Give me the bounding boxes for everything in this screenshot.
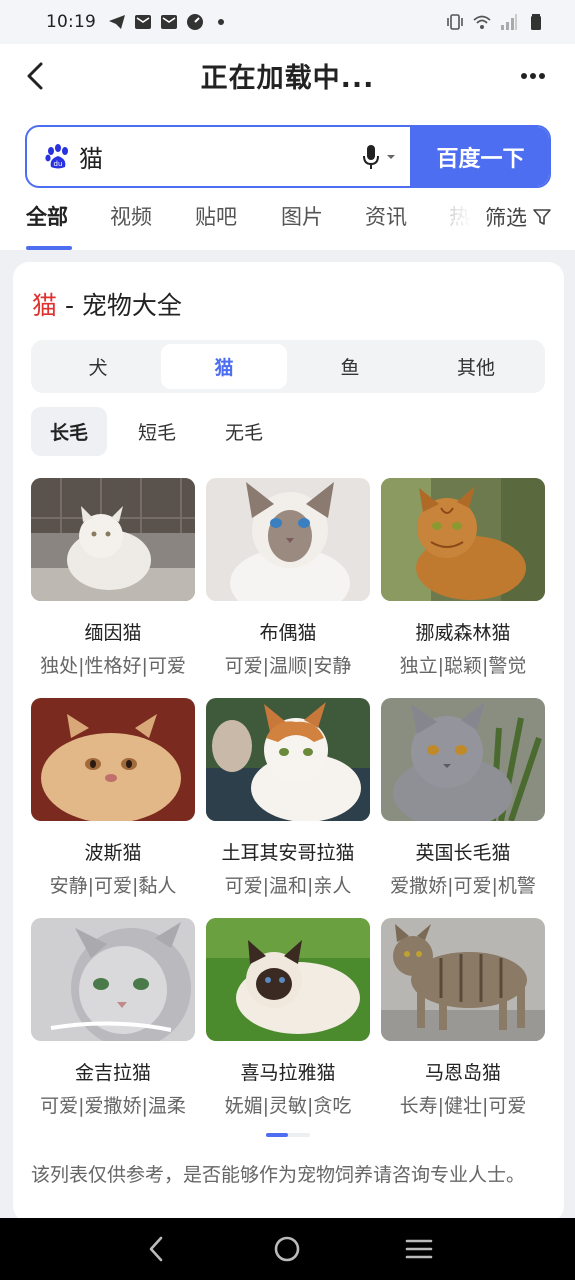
speed-icon	[187, 14, 203, 30]
search-button[interactable]: 百度一下	[410, 127, 549, 186]
pet-tags: 妩媚|灵敏|贪吃	[224, 1095, 352, 1117]
chip-hairless[interactable]: 无毛	[206, 407, 282, 456]
nav-home-button[interactable]	[257, 1219, 317, 1279]
card-title: 猫 - 宠物大全	[32, 286, 182, 322]
chip-long-hair[interactable]: 长毛	[31, 407, 107, 456]
pet-name: 波斯猫	[84, 842, 142, 864]
mic-icon	[363, 144, 379, 169]
tab-tieba[interactable]: 贴吧	[195, 202, 237, 250]
pet-photo	[206, 918, 370, 1041]
system-nav-bar	[0, 1218, 575, 1280]
nav-back-button[interactable]	[126, 1219, 186, 1279]
more-icon	[521, 73, 545, 79]
paw-icon: du	[45, 143, 68, 168]
page-title: 正在加载中...	[200, 62, 375, 94]
pet-tags: 独处|性格好|可爱	[40, 655, 186, 677]
pet-photo	[31, 478, 195, 601]
pet-item[interactable]: 挪威森林猫 独立|聪颖|警觉	[381, 478, 545, 678]
pet-tags: 可爱|温顺|安静	[224, 655, 352, 677]
pet-item[interactable]: 喜马拉雅猫 妩媚|灵敏|贪吃	[206, 918, 370, 1118]
pet-photo	[381, 698, 545, 821]
pet-item[interactable]: 土耳其安哥拉猫 可爱|温和|亲人	[206, 698, 370, 898]
pet-tags: 独立|聪颖|警觉	[399, 655, 527, 677]
pager-indicator	[266, 1133, 310, 1137]
chip-short-hair[interactable]: 短毛	[119, 407, 195, 456]
search-input[interactable]: 猫	[79, 139, 362, 174]
filter-icon	[533, 209, 551, 225]
tab-images[interactable]: 图片	[281, 202, 323, 250]
pet-photo	[206, 478, 370, 601]
pet-tags: 可爱|爱撒娇|温柔	[40, 1095, 186, 1117]
pet-photo	[381, 478, 545, 601]
disclaimer-text: 该列表仅供参考，是否能够作为宠物饲养请咨询专业人士。	[31, 1164, 526, 1186]
caret-down-icon	[387, 154, 395, 159]
status-time: 10:19	[46, 12, 96, 32]
pet-item[interactable]: 缅因猫 独处|性格好|可爱	[31, 478, 195, 678]
pet-name: 马恩岛猫	[424, 1062, 501, 1084]
pet-name: 挪威森林猫	[415, 622, 511, 644]
tab-news[interactable]: 资讯	[365, 202, 407, 250]
battery-icon	[531, 14, 541, 30]
pet-item[interactable]: 金吉拉猫 可爱|爱撒娇|温柔	[31, 918, 195, 1118]
title-bar: 正在加载中...	[0, 44, 575, 106]
search-box[interactable]: du 猫 百度一下	[25, 125, 551, 188]
nav-recents-button[interactable]	[389, 1219, 449, 1279]
pet-name: 缅因猫	[84, 622, 142, 644]
segment-dog[interactable]: 犬	[35, 344, 161, 389]
pet-photo	[381, 918, 545, 1041]
pet-photo	[206, 698, 370, 821]
chevron-left-icon	[27, 62, 43, 90]
mail-icon	[161, 15, 177, 29]
card-title-rest: - 宠物大全	[57, 291, 182, 320]
tab-fade	[438, 202, 478, 238]
pet-tags: 长寿|健壮|可爱	[399, 1095, 527, 1117]
segment-other[interactable]: 其他	[413, 344, 539, 389]
pet-encyclopedia-card: 猫 - 宠物大全 犬 猫 鱼 其他 长毛 短毛 无毛 缅因猫 独处|性格好|可爱…	[13, 262, 564, 1222]
pet-photo	[31, 918, 195, 1041]
pet-name: 金吉拉猫	[74, 1062, 151, 1084]
dot-icon	[218, 19, 224, 25]
home-icon	[275, 1236, 300, 1262]
category-segment: 犬 猫 鱼 其他	[31, 340, 545, 393]
pet-tags: 爱撒娇|可爱|机警	[390, 875, 536, 897]
pet-name: 布偶猫	[259, 622, 317, 644]
mail-icon	[135, 15, 151, 29]
filter-label: 筛选	[485, 206, 527, 230]
pager-active-dot	[266, 1133, 288, 1137]
telegram-icon	[109, 15, 125, 29]
wifi-icon	[473, 15, 491, 29]
card-title-keyword: 猫	[32, 291, 58, 320]
tab-all[interactable]: 全部	[26, 202, 68, 250]
pet-name: 喜马拉雅猫	[240, 1062, 336, 1084]
search-area: du 猫 百度一下 全部 视频 贴吧 图片 资讯 热 筛选	[0, 106, 575, 250]
filter-button[interactable]: 筛选	[485, 202, 551, 232]
pet-tags: 可爱|温和|亲人	[224, 875, 352, 897]
recents-icon	[405, 1239, 433, 1259]
pet-name: 土耳其安哥拉猫	[221, 842, 355, 864]
pet-item[interactable]: 布偶猫 可爱|温顺|安静	[206, 478, 370, 678]
voice-search-button[interactable]	[362, 144, 396, 170]
status-bar: 10:19	[0, 0, 575, 44]
vibrate-icon	[447, 14, 463, 30]
signal-icon	[501, 14, 517, 30]
pet-item[interactable]: 波斯猫 安静|可爱|黏人	[31, 698, 195, 898]
more-button[interactable]	[513, 56, 553, 96]
pet-item[interactable]: 英国长毛猫 爱撒娇|可爱|机警	[381, 698, 545, 898]
segment-fish[interactable]: 鱼	[287, 344, 413, 389]
back-button[interactable]	[18, 56, 52, 96]
svg-text:du: du	[54, 160, 63, 168]
segment-cat[interactable]: 猫	[161, 344, 287, 389]
pet-name: 英国长毛猫	[415, 842, 511, 864]
pet-item[interactable]: 马恩岛猫 长寿|健壮|可爱	[381, 918, 545, 1118]
tab-active-indicator	[26, 246, 72, 250]
tab-video[interactable]: 视频	[110, 202, 152, 250]
pet-tags: 安静|可爱|黏人	[49, 875, 177, 897]
back-icon	[149, 1236, 163, 1262]
pet-photo	[31, 698, 195, 821]
